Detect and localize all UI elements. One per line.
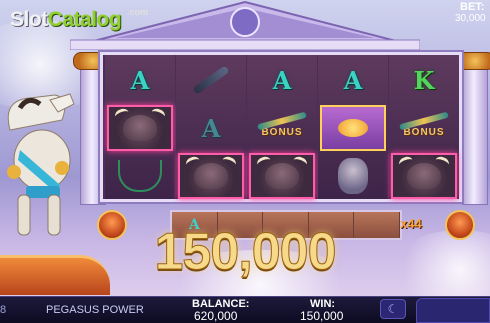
- trident-icon: [118, 160, 162, 192]
- reel-column: A: [176, 55, 246, 199]
- wing-icon: [338, 119, 368, 137]
- symbol-letter: A: [107, 57, 173, 103]
- bonus-label: BONUS: [261, 127, 303, 138]
- bar-number: 8: [0, 304, 7, 316]
- bull-head-icon: [265, 163, 299, 189]
- bull-symbol: [391, 153, 457, 199]
- bull-head-icon: [407, 163, 441, 189]
- game-stage: A A A BONUS A K BONUS A x44 150,000 SlotCatalo…: [0, 0, 490, 323]
- bet-label: BET:: [460, 1, 485, 13]
- symbol-letter: A: [249, 57, 315, 103]
- symbol-letter: A: [320, 57, 386, 103]
- wings-symbol: [320, 105, 386, 151]
- symbol-glyph: A: [343, 65, 363, 95]
- bet-button[interactable]: [416, 298, 490, 323]
- logo-catalog: Catalog: [47, 8, 122, 31]
- win-amount: 150,000: [154, 223, 337, 282]
- symbol-glyph: A: [272, 65, 292, 95]
- temple-pediment: [70, 0, 420, 50]
- zeus-face-icon: [338, 158, 368, 194]
- bull-symbol: [107, 105, 173, 151]
- bonus-symbol: BONUS: [249, 105, 315, 151]
- bet-value: 30,000: [455, 13, 486, 24]
- mace-symbol: [178, 57, 244, 103]
- game-name: PEGASUS POWER: [46, 304, 144, 316]
- reel-column: A BONUS: [247, 55, 317, 199]
- mace-icon: [192, 65, 230, 95]
- moon-icon[interactable]: ☾: [380, 299, 406, 319]
- symbol-letter: A: [178, 105, 244, 151]
- trident-symbol: [107, 153, 173, 199]
- bonus-symbol: BONUS: [391, 105, 457, 151]
- win-value: 150,000: [300, 309, 344, 323]
- logo-slot: Slot: [10, 8, 48, 31]
- temple-column-right: [462, 55, 488, 205]
- bonus-label: BONUS: [403, 127, 445, 138]
- zeus-symbol: [320, 153, 386, 199]
- reel-grid: A A A BONUS A K BONUS: [100, 52, 462, 202]
- bull-head-icon: [194, 163, 228, 189]
- symbol-glyph: A: [201, 113, 221, 143]
- reel-column: A: [318, 55, 388, 199]
- symbol-letter: K: [391, 57, 457, 103]
- balance-value: 620,000: [194, 309, 238, 323]
- reel-column: A: [105, 55, 175, 199]
- bull-head-icon: [123, 115, 157, 141]
- bull-symbol: [178, 153, 244, 199]
- bull-symbol: [249, 153, 315, 199]
- reel-column: K BONUS: [389, 55, 459, 199]
- logo-com: .com: [127, 7, 149, 17]
- site-logo: SlotCatalog: [10, 8, 122, 32]
- symbol-glyph: K: [413, 65, 435, 95]
- symbol-glyph: A: [130, 65, 150, 95]
